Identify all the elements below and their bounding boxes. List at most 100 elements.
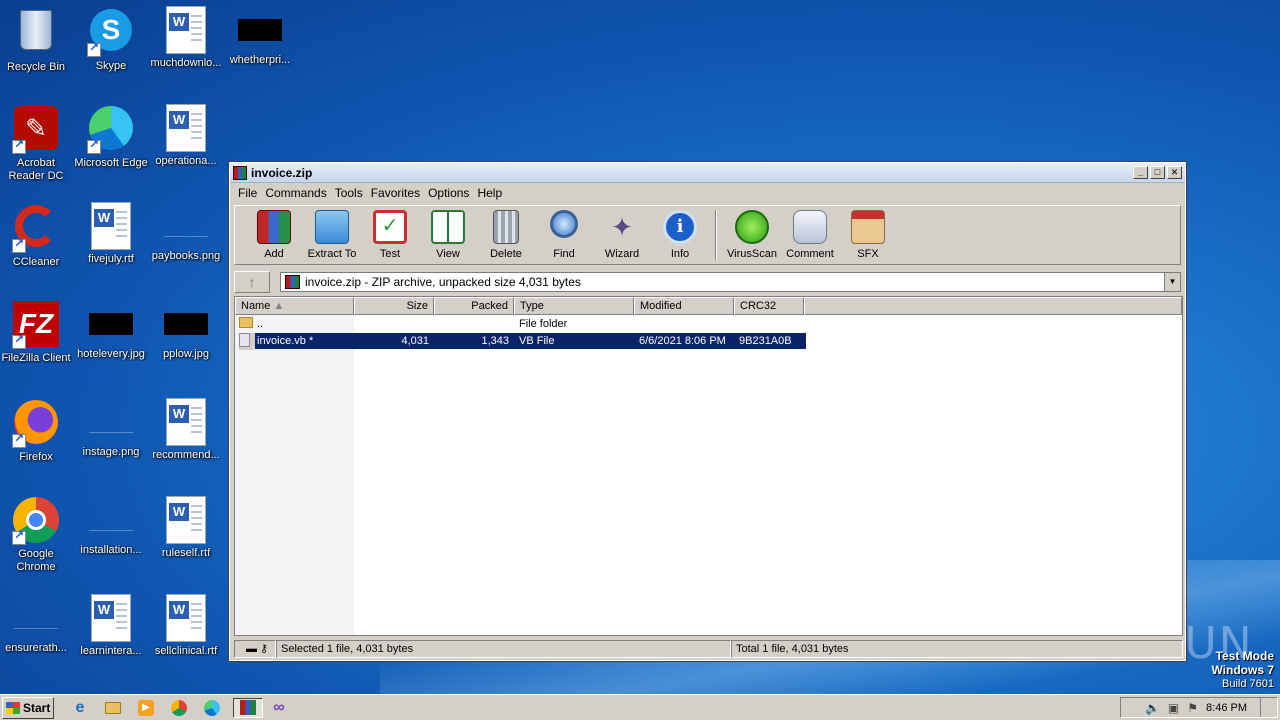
sfx-button[interactable]: SFX (839, 210, 897, 260)
network-icon[interactable]: ▣ (1168, 701, 1179, 715)
magnifier-icon (550, 210, 578, 238)
desktop-icon-learninter[interactable]: W learninterа... (73, 594, 149, 658)
visual-studio-icon[interactable]: ∞ (267, 698, 291, 718)
start-button[interactable]: Start (2, 696, 54, 719)
word-document-icon: W (162, 6, 210, 54)
list-header: Name ▲ Size Packed Type Modified CRC32 (235, 297, 1182, 315)
desktop-icon-firefox[interactable]: Firefox (0, 398, 74, 464)
close-button[interactable]: ✕ (1167, 166, 1182, 179)
column-type[interactable]: Type (514, 297, 634, 315)
column-name[interactable]: Name ▲ (235, 297, 354, 315)
system-tray: 🔈 ▣ ⚑ 8:46 PM (1120, 697, 1278, 718)
file-icon (89, 509, 133, 531)
list-sort-column-shade (235, 315, 354, 635)
column-modified[interactable]: Modified (634, 297, 734, 315)
firefox-icon (12, 400, 60, 448)
desktop-icon-ccleaner[interactable]: CCleaner (0, 202, 74, 269)
edge-taskbar-icon[interactable] (200, 698, 224, 718)
chevron-down-icon[interactable]: ▼ (1164, 273, 1180, 291)
desktop-icon-filezilla[interactable]: FZ FileZilla Client (0, 300, 74, 365)
comment-icon (793, 210, 827, 244)
winrar-icon (233, 165, 247, 180)
winrar-taskbar-button[interactable] (233, 697, 263, 718)
delete-button[interactable]: Delete (477, 210, 535, 260)
file-icon (14, 607, 58, 629)
speaker-icon[interactable]: 🔈 (1145, 701, 1160, 715)
desktop-icon-fivejuly[interactable]: W fivejuly.rtf (73, 202, 149, 266)
chrome-taskbar-icon[interactable] (167, 698, 191, 718)
column-crc32[interactable]: CRC32 (734, 297, 804, 315)
flag-icon[interactable]: ⚑ (1187, 701, 1198, 715)
trash-icon (493, 210, 519, 244)
test-button[interactable]: ✓ Test (361, 210, 419, 260)
media-player-icon[interactable]: ▶ (134, 698, 158, 718)
view-button[interactable]: View (419, 210, 477, 260)
desktop-icon-installation[interactable]: installation... (73, 496, 149, 557)
show-desktop-button[interactable] (1260, 698, 1278, 717)
file-list[interactable]: Name ▲ Size Packed Type Modified CRC32 .… (234, 296, 1183, 636)
desktop-icon-sellclinical[interactable]: W sellclinical.rtf (148, 594, 224, 658)
desktop-icon-ruleself[interactable]: W ruleself.rtf (148, 496, 224, 560)
address-text: invoice.zip - ZIP archive, unpacked size… (305, 275, 581, 289)
toolbar: Add Extract To ✓ Test View Delete Find ✦… (234, 205, 1181, 265)
image-file-icon (89, 313, 133, 335)
column-packed[interactable]: Packed (434, 297, 514, 315)
word-document-icon: W (162, 496, 210, 544)
winrar-window: invoice.zip _ □ ✕ File Commands Tools Fa… (228, 161, 1187, 662)
table-row[interactable]: .. File folder (239, 316, 634, 332)
edge-icon (87, 106, 135, 154)
word-document-icon: W (162, 398, 210, 446)
menu-tools[interactable]: Tools (331, 186, 367, 200)
acrobat-icon: ✎ (12, 106, 60, 154)
desktop-icon-hotelevery[interactable]: hotelevery.jpg (73, 300, 149, 361)
explorer-icon[interactable] (101, 698, 125, 718)
column-size[interactable]: Size (354, 297, 434, 315)
table-row-selected[interactable]: invoice.vb * 4,031 1,343 VB File 6/6/202… (255, 333, 806, 349)
zip-archive-icon (285, 275, 300, 289)
up-folder-button[interactable]: ↑ (234, 271, 270, 293)
desktop-icon-acrobat[interactable]: ✎ Acrobat Reader DC (0, 104, 74, 183)
clock[interactable]: 8:46 PM (1206, 702, 1247, 714)
test-mode-watermark: Test Mode Windows 7 Build 7601 (1211, 649, 1274, 690)
desktop-icon-instage[interactable]: instage.png (73, 398, 149, 459)
virusscan-button[interactable]: VirusScan (723, 210, 781, 260)
info-button[interactable]: i Info (651, 210, 709, 260)
desktop-icon-recycle-bin[interactable]: Recycle Bin (0, 6, 74, 74)
image-file-icon (238, 19, 282, 41)
windows-logo-icon (6, 701, 20, 714)
ie-icon[interactable]: e (68, 698, 92, 718)
wizard-button[interactable]: ✦ Wizard (593, 210, 651, 260)
status-total: Total 1 file, 4,031 bytes (731, 640, 1183, 658)
menu-file[interactable]: File (234, 186, 261, 200)
desktop-icon-edge[interactable]: Microsoft Edge (73, 104, 149, 170)
desktop-icon-muchdownlo[interactable]: W muchdownlo... (148, 6, 224, 70)
desktop-icon-skype[interactable]: S Skype (73, 6, 149, 73)
test-clipboard-icon: ✓ (373, 210, 407, 244)
add-button[interactable]: Add (245, 210, 303, 260)
menu-favorites[interactable]: Favorites (367, 186, 424, 200)
title-bar[interactable]: invoice.zip _ □ ✕ (230, 163, 1185, 183)
desktop-icon-paybooks[interactable]: paybooks.png (148, 202, 224, 263)
menu-help[interactable]: Help (473, 186, 506, 200)
word-document-icon: W (162, 594, 210, 642)
menu-options[interactable]: Options (424, 186, 473, 200)
desktop-icon-pplow[interactable]: pplow.jpg (148, 300, 224, 361)
minimize-button[interactable]: _ (1133, 166, 1148, 179)
menu-commands[interactable]: Commands (261, 186, 330, 200)
find-button[interactable]: Find (535, 210, 593, 260)
taskbar: Start e ▶ ∞ 🔈 ▣ ⚑ 8:46 PM (0, 694, 1280, 720)
desktop-icon-chrome[interactable]: Google Chrome (0, 496, 74, 574)
maximize-button[interactable]: □ (1150, 166, 1165, 179)
word-document-icon: W (162, 104, 210, 152)
desktop-icon-whetherpri[interactable]: whetherpri... (222, 6, 298, 67)
filezilla-icon: FZ (12, 301, 60, 349)
desktop-icon-recommend[interactable]: W recommend... (148, 398, 224, 462)
desktop-icon-ensurerath[interactable]: ensurerath... (0, 594, 74, 655)
comment-button[interactable]: Comment (781, 210, 839, 260)
menu-bar: File Commands Tools Favorites Options He… (230, 183, 1185, 203)
extract-to-button[interactable]: Extract To (303, 210, 361, 260)
extract-folder-icon (315, 210, 349, 244)
address-bar[interactable]: invoice.zip - ZIP archive, unpacked size… (280, 272, 1181, 292)
drive-key-icon[interactable]: ▬ ⚷ (234, 640, 276, 658)
desktop-icon-operationa[interactable]: W operationa... (148, 104, 224, 168)
